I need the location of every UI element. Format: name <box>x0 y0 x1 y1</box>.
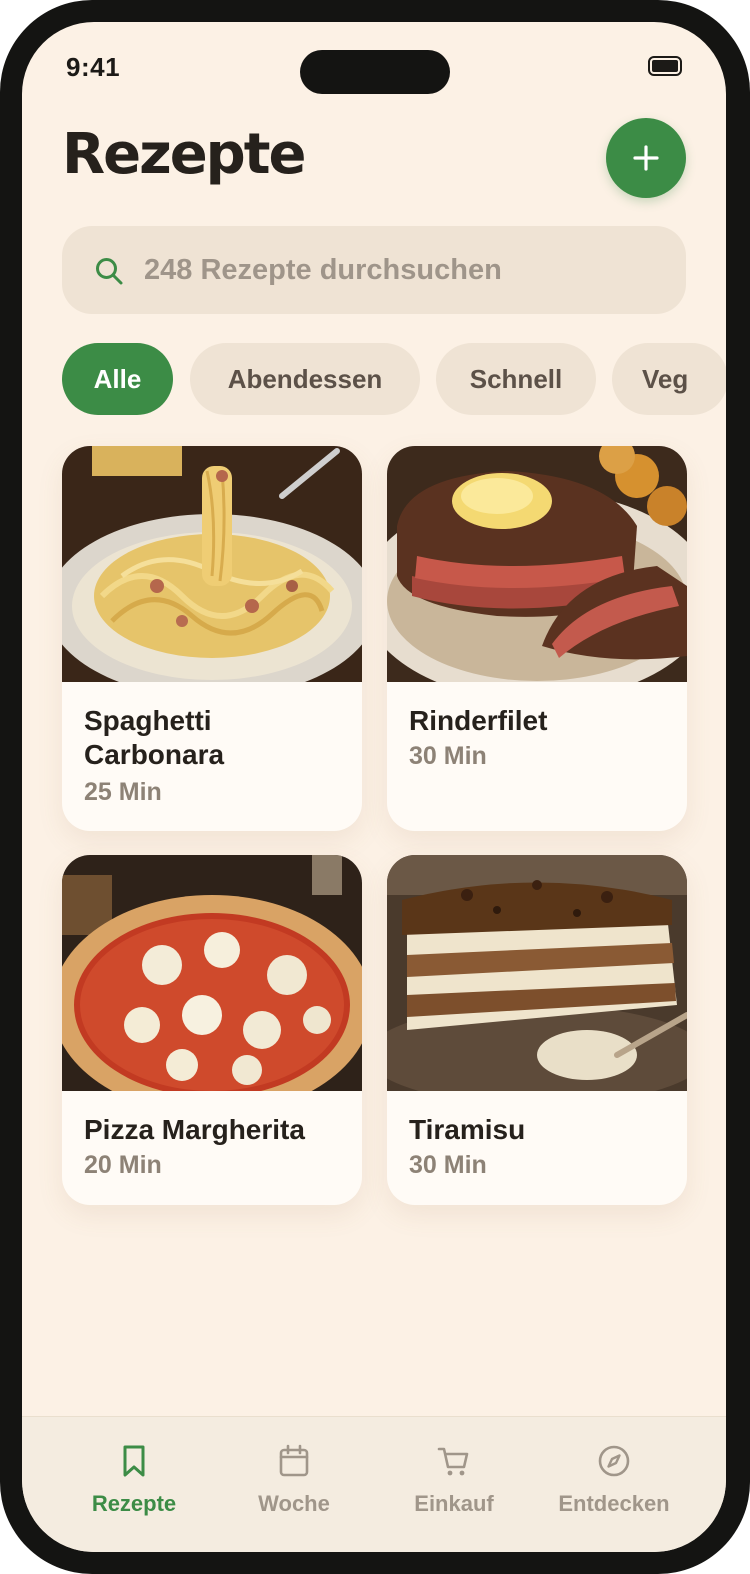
compass-icon <box>598 1445 630 1477</box>
add-recipe-button[interactable] <box>606 118 686 198</box>
bookmark-icon <box>123 1445 145 1477</box>
nav-item-einkauf[interactable]: Einkauf <box>374 1443 534 1533</box>
recipe-time: 30 Min <box>409 742 487 770</box>
filter-chip-alle[interactable]: Alle <box>62 343 173 415</box>
nav-label: Woche <box>258 1491 330 1516</box>
search-icon <box>96 258 123 285</box>
filter-chips: Alle Abendessen Schnell Veg <box>62 343 726 415</box>
page-title: Rezepte <box>62 122 307 187</box>
chip-label: Veg <box>642 363 689 394</box>
recipe-time: 20 Min <box>84 1151 162 1179</box>
recipe-title: Spaghetti Carbonara <box>84 705 225 770</box>
plus-icon <box>633 145 659 171</box>
nav-label: Rezepte <box>91 1491 177 1516</box>
recipe-time: 25 Min <box>84 778 162 806</box>
nav-item-woche[interactable]: Woche <box>214 1443 374 1533</box>
nav-item-rezepte[interactable]: Rezepte <box>54 1443 214 1533</box>
recipe-photo-tiramisu <box>387 855 687 1091</box>
recipe-card[interactable]: Spaghetti Carbonara 25 Min <box>62 446 362 831</box>
chip-label: Alle <box>93 363 142 394</box>
recipe-time: 30 Min <box>409 1151 487 1179</box>
filter-chip-abendessen[interactable]: Abendessen <box>190 343 420 415</box>
filter-chip-veg[interactable]: Veg <box>612 343 726 415</box>
recipe-title: Tiramisu <box>409 1114 526 1145</box>
recipe-title: Pizza Margherita <box>84 1114 305 1145</box>
filter-chip-schnell[interactable]: Schnell <box>436 343 596 415</box>
app-screen: 9:41 Rezepte Alle Abendessen <box>22 22 726 1552</box>
dynamic-island <box>300 50 450 94</box>
calendar-icon <box>279 1444 309 1477</box>
recipe-photo-rinderfilet <box>387 446 687 682</box>
recipe-photo-carbonara <box>62 446 362 682</box>
nav-label: Entdecken <box>558 1491 670 1516</box>
bottom-nav: Rezepte Woche Einkauf Entdecken <box>22 1416 726 1552</box>
recipe-card[interactable]: Pizza Margherita 20 Min <box>62 855 362 1205</box>
nav-item-entdecken[interactable]: Entdecken <box>534 1443 694 1533</box>
search-input[interactable] <box>144 248 644 292</box>
recipe-card[interactable]: Rinderfilet 30 Min <box>387 446 687 831</box>
search-bar[interactable] <box>62 226 686 314</box>
device-frame: 9:41 Rezepte Alle Abendessen <box>0 0 750 1574</box>
nav-label: Einkauf <box>414 1491 494 1516</box>
chip-label: Abendessen <box>227 363 383 394</box>
recipe-card[interactable]: Tiramisu 30 Min <box>387 855 687 1205</box>
recipe-photo-pizza <box>62 855 362 1091</box>
chip-label: Schnell <box>469 363 563 394</box>
recipe-title: Rinderfilet <box>409 705 548 736</box>
cart-icon <box>437 1447 469 1476</box>
status-time: 9:41 <box>66 52 121 82</box>
battery-icon <box>648 56 682 76</box>
